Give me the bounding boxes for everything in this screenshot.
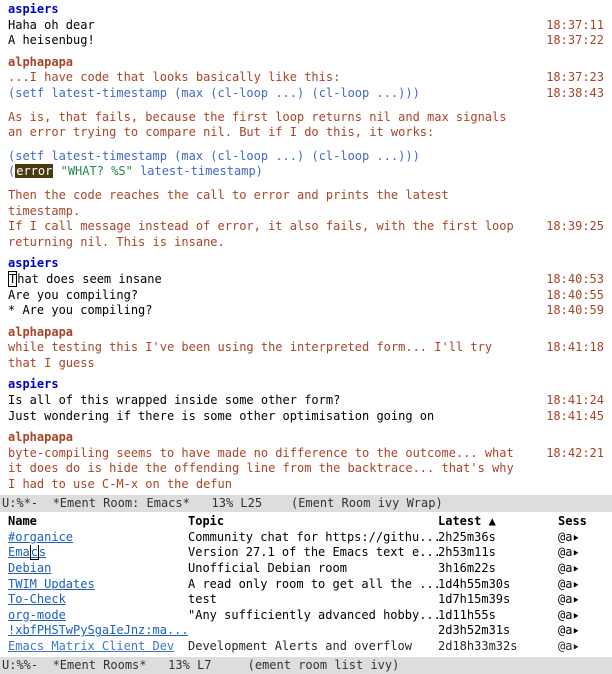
timestamp: 18:40:55	[546, 288, 604, 304]
nick-aspiers: aspiers	[8, 2, 59, 16]
chat-pane: aspiers Haha oh dear 18:37:11 A heisenbug…	[0, 0, 612, 495]
room-session: @a▸	[558, 545, 608, 561]
room-link[interactable]: #organice	[8, 530, 73, 544]
code-line: (error "WHAT? %S" latest-timestamp)	[8, 164, 608, 180]
timestamp: 18:37:11	[546, 18, 604, 34]
room-link[interactable]: To-Check	[8, 592, 66, 606]
timestamp: 18:37:23	[546, 70, 604, 86]
overflow-arrow-icon: ▸	[572, 577, 579, 593]
cursor: c	[30, 545, 39, 560]
msg-line: If I call message instead of error, it a…	[8, 219, 514, 249]
room-session: @a▸	[558, 608, 608, 624]
msg-line: A heisenbug!	[8, 33, 95, 47]
room-session: @a▸	[558, 623, 608, 639]
room-latest: 1d4h55m30s	[438, 577, 558, 593]
cursor: T	[8, 271, 17, 287]
room-topic: Version 27.1 of the Emacs text e...	[188, 545, 438, 561]
msg-line: Are you compiling?	[8, 288, 138, 302]
timestamp: 18:38:43	[546, 86, 604, 102]
room-latest: 2d18h33m32s	[438, 639, 558, 655]
modeline-chat: U:%*- *Ement Room: Emacs* 13% L25 (Ement…	[0, 495, 612, 513]
room-topic: A read only room to get all the ...	[188, 577, 438, 593]
room-topic: Community chat for https://githu...	[188, 530, 438, 546]
room-row[interactable]: !xbfPHSTwPySgaIeJnz:ma... 2d3h52m31s @a▸	[8, 623, 608, 639]
overflow-arrow-icon: ▸	[572, 545, 579, 561]
col-name[interactable]: Name	[8, 514, 188, 530]
timestamp: 18:41:18	[546, 340, 604, 356]
msg-line: ...I have code that looks basically like…	[8, 70, 340, 84]
room-latest: 2h53m11s	[438, 545, 558, 561]
room-session: @a▸	[558, 639, 608, 655]
room-latest: 3h16m22s	[438, 561, 558, 577]
room-session: @a▸	[558, 530, 608, 546]
timestamp: 18:39:25	[546, 219, 604, 235]
room-latest: 1d11h55s	[438, 608, 558, 624]
room-link[interactable]: Debian	[8, 561, 51, 575]
timestamp: 18:41:45	[546, 409, 604, 425]
sort-arrow-icon: ▲	[489, 514, 496, 528]
msg-line: byte-compiling seems to have made no dif…	[8, 446, 514, 491]
room-session: @a▸	[558, 561, 608, 577]
msg-line: Is all of this wrapped inside some other…	[8, 393, 340, 407]
room-row[interactable]: Emacs Version 27.1 of the Emacs text e..…	[8, 545, 608, 561]
room-row[interactable]: Debian Unofficial Debian room 3h16m22s @…	[8, 561, 608, 577]
msg-line: Just wondering if there is some other op…	[8, 409, 434, 423]
overflow-arrow-icon: ▸	[572, 608, 579, 624]
msg-line: Then the code reaches the call to error …	[8, 188, 449, 218]
msg-line: while testing this I've been using the i…	[8, 340, 492, 370]
overflow-arrow-icon: ▸	[572, 639, 579, 655]
col-topic[interactable]: Topic	[188, 514, 438, 530]
room-link[interactable]: TWIM Updates	[8, 577, 95, 591]
room-topic: "Any sufficiently advanced hobby...	[188, 608, 438, 624]
nick-alphapapa: alphapapa	[8, 325, 73, 339]
room-topic	[188, 623, 438, 639]
modeline-rooms: U:%%- *Ement Rooms* 13% L7 (ement room l…	[0, 657, 612, 674]
overflow-arrow-icon: ▸	[572, 561, 579, 577]
timestamp: 18:40:53	[546, 272, 604, 288]
room-latest: 2d3h52m31s	[438, 623, 558, 639]
nick-aspiers: aspiers	[8, 256, 59, 270]
nick-alphapapa: alphapapa	[8, 430, 73, 444]
code-line: (setf latest-timestamp (max (cl-loop ...…	[8, 86, 608, 102]
room-link[interactable]: !xbfPHSTwPySgaIeJnz:ma...	[8, 623, 188, 637]
col-latest[interactable]: Latest ▲	[438, 514, 558, 530]
error-keyword: error	[15, 164, 53, 178]
msg-line: As is, that fails, because the first loo…	[8, 110, 507, 140]
overflow-arrow-icon: ▸	[572, 623, 579, 639]
timestamp: 18:42:21	[546, 446, 604, 462]
room-row[interactable]: TWIM Updates A read only room to get all…	[8, 577, 608, 593]
msg-line: Haha oh dear	[8, 18, 95, 32]
overflow-arrow-icon: ▸	[572, 530, 579, 546]
col-session[interactable]: Sess	[558, 514, 608, 530]
msg-line: That does seem insane	[8, 271, 162, 287]
timestamp: 18:37:22	[546, 33, 604, 49]
room-list-header[interactable]: Name Topic Latest ▲ Sess	[8, 514, 608, 530]
room-latest: 2h25m36s	[438, 530, 558, 546]
room-row[interactable]: org-mode "Any sufficiently advanced hobb…	[8, 608, 608, 624]
nick-alphapapa: alphapapa	[8, 55, 73, 69]
nick-aspiers: aspiers	[8, 377, 59, 391]
room-session: @a▸	[558, 577, 608, 593]
room-row[interactable]: #organice Community chat for https://git…	[8, 530, 608, 546]
room-topic: Development Alerts and overflow	[188, 639, 438, 655]
timestamp: 18:40:59	[546, 303, 604, 319]
code-line: (setf latest-timestamp (max (cl-loop ...…	[8, 149, 608, 165]
room-link[interactable]: Emacs Matrix Client Dev	[8, 639, 174, 653]
room-link[interactable]: Emacs	[8, 545, 46, 560]
room-list-pane: Name Topic Latest ▲ Sess #organice Commu…	[0, 512, 612, 656]
room-topic: Unofficial Debian room	[188, 561, 438, 577]
room-link[interactable]: org-mode	[8, 608, 66, 622]
msg-line: * Are you compiling?	[8, 303, 153, 317]
room-row[interactable]: Emacs Matrix Client Dev Development Aler…	[8, 639, 608, 655]
timestamp: 18:41:24	[546, 393, 604, 409]
